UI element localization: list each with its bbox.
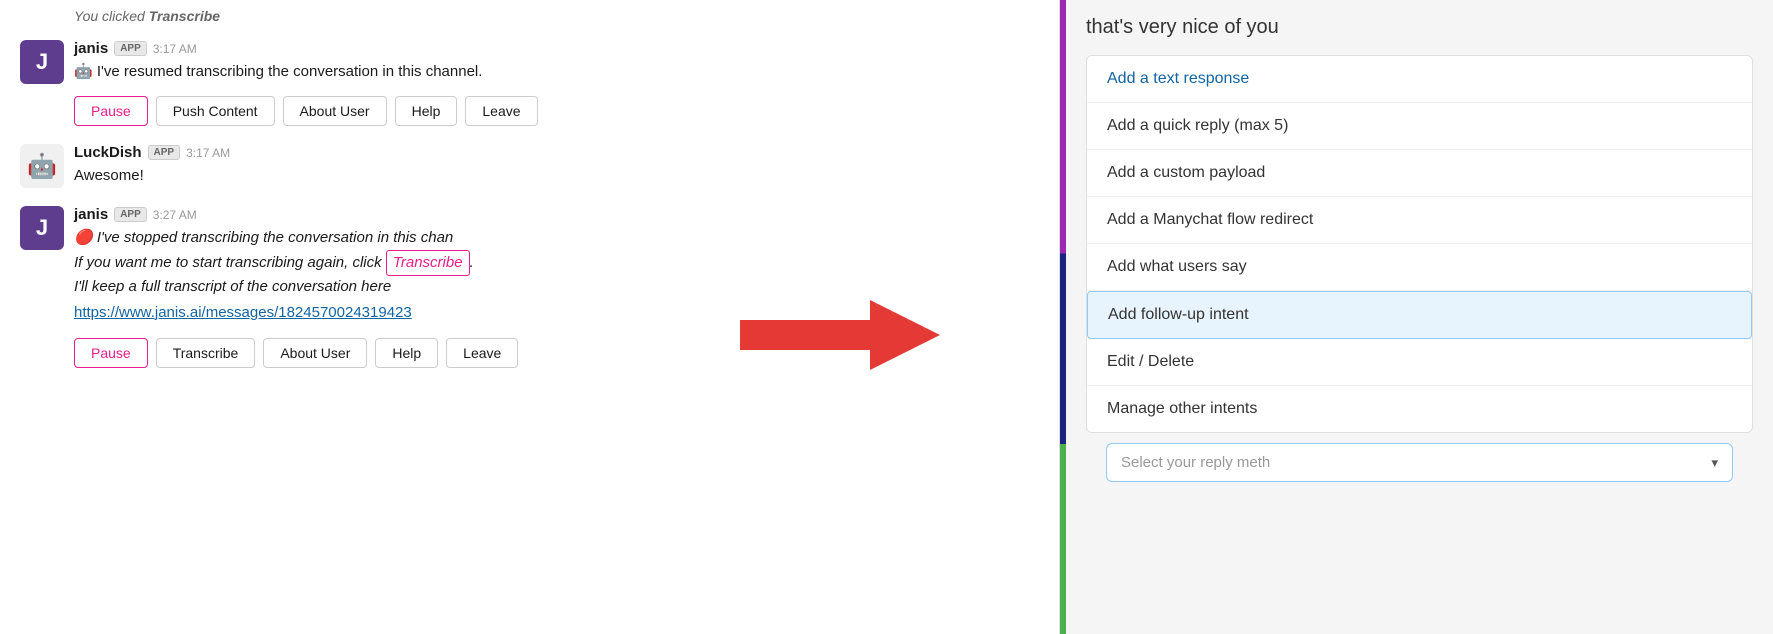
message-content-luckdish: LuckDish APP 3:17 AM Awesome! bbox=[74, 144, 1039, 188]
about-user-button-1[interactable]: About User bbox=[283, 96, 387, 126]
username-janis-2: janis bbox=[74, 206, 108, 223]
leave-button-1[interactable]: Leave bbox=[465, 96, 537, 126]
add-custom-payload-item[interactable]: Add a custom payload bbox=[1087, 150, 1752, 197]
transcript-link[interactable]: https://www.janis.ai/messages/1824570024… bbox=[74, 304, 412, 321]
add-what-users-item[interactable]: Add what users say bbox=[1087, 244, 1752, 291]
add-text-response-item[interactable]: Add a text response bbox=[1087, 56, 1752, 103]
edit-delete-label: Edit / Delete bbox=[1107, 353, 1194, 370]
avatar-janis-2: J bbox=[20, 206, 64, 250]
message-text-janis-2: 🔴 I've stopped transcribing the conversa… bbox=[74, 227, 1039, 299]
message-header-janis-2: janis APP 3:27 AM bbox=[74, 206, 1039, 223]
username-janis-1: janis bbox=[74, 40, 108, 57]
message-header-janis-1: janis APP 3:17 AM bbox=[74, 40, 1039, 57]
add-custom-payload-label: Add a custom payload bbox=[1107, 164, 1265, 181]
you-clicked-bold: Transcribe bbox=[149, 8, 220, 24]
manage-intents-label: Manage other intents bbox=[1107, 400, 1257, 417]
message-content-janis-2: janis APP 3:27 AM 🔴 I've stopped transcr… bbox=[74, 206, 1039, 326]
edit-delete-item[interactable]: Edit / Delete bbox=[1087, 339, 1752, 386]
manage-intents-item[interactable]: Manage other intents bbox=[1087, 386, 1752, 432]
avatar-luckdish: 🤖 bbox=[20, 144, 64, 188]
chat-message-luckdish: 🤖 LuckDish APP 3:17 AM Awesome! bbox=[20, 144, 1039, 188]
button-row-janis-1: Pause Push Content About User Help Leave bbox=[20, 96, 1039, 126]
chat-message-janis-1: J janis APP 3:17 AM 🤖 I've resumed trans… bbox=[20, 40, 1039, 84]
message-text-janis-1: 🤖 I've resumed transcribing the conversa… bbox=[74, 61, 1039, 84]
leave-button-2[interactable]: Leave bbox=[446, 338, 518, 368]
timestamp-luckdish: 3:17 AM bbox=[186, 146, 230, 160]
avatar-janis-1: J bbox=[20, 40, 64, 84]
chat-panel: You clicked Transcribe J janis APP 3:17 … bbox=[0, 0, 1060, 634]
app-badge-janis-2: APP bbox=[114, 207, 147, 222]
pause-button-1[interactable]: Pause bbox=[74, 96, 148, 126]
push-content-button[interactable]: Push Content bbox=[156, 96, 275, 126]
app-badge-janis-1: APP bbox=[114, 41, 147, 56]
intent-menu-card: Add a text response Add a quick reply (m… bbox=[1086, 55, 1753, 433]
button-row-janis-2: Pause Transcribe About User Help Leave bbox=[20, 338, 1039, 368]
add-quick-reply-item[interactable]: Add a quick reply (max 5) bbox=[1087, 103, 1752, 150]
you-clicked-label: You clicked Transcribe bbox=[74, 0, 1039, 28]
add-followup-item[interactable]: Add follow-up intent bbox=[1087, 291, 1752, 339]
add-text-response-label: Add a text response bbox=[1107, 70, 1249, 87]
context-text: that's very nice of you bbox=[1086, 16, 1753, 39]
select-reply-dropdown[interactable]: Select your reply meth ▾ bbox=[1106, 443, 1733, 482]
timestamp-janis-1: 3:17 AM bbox=[153, 42, 197, 56]
chevron-down-icon: ▾ bbox=[1711, 455, 1718, 471]
message-header-luckdish: LuckDish APP 3:17 AM bbox=[74, 144, 1039, 161]
about-user-button-2[interactable]: About User bbox=[263, 338, 367, 368]
message-content-janis-1: janis APP 3:17 AM 🤖 I've resumed transcr… bbox=[74, 40, 1039, 84]
app-badge-luckdish: APP bbox=[148, 145, 181, 160]
add-quick-reply-label: Add a quick reply (max 5) bbox=[1107, 117, 1288, 134]
add-followup-label: Add follow-up intent bbox=[1108, 306, 1249, 323]
help-button-2[interactable]: Help bbox=[375, 338, 438, 368]
transcribe-link[interactable]: Transcribe bbox=[386, 250, 470, 277]
chat-message-janis-2: J janis APP 3:27 AM 🔴 I've stopped trans… bbox=[20, 206, 1039, 326]
transcribe-button[interactable]: Transcribe bbox=[156, 338, 256, 368]
timestamp-janis-2: 3:27 AM bbox=[153, 208, 197, 222]
add-what-users-label: Add what users say bbox=[1107, 258, 1247, 275]
help-button-1[interactable]: Help bbox=[395, 96, 458, 126]
add-manychat-item[interactable]: Add a Manychat flow redirect bbox=[1087, 197, 1752, 244]
username-luckdish: LuckDish bbox=[74, 144, 142, 161]
add-manychat-label: Add a Manychat flow redirect bbox=[1107, 211, 1313, 228]
select-reply-placeholder: Select your reply meth bbox=[1121, 454, 1270, 471]
right-panel: that's very nice of you Add a text respo… bbox=[1066, 0, 1773, 634]
pause-button-2[interactable]: Pause bbox=[74, 338, 148, 368]
message-text-luckdish: Awesome! bbox=[74, 165, 1039, 188]
